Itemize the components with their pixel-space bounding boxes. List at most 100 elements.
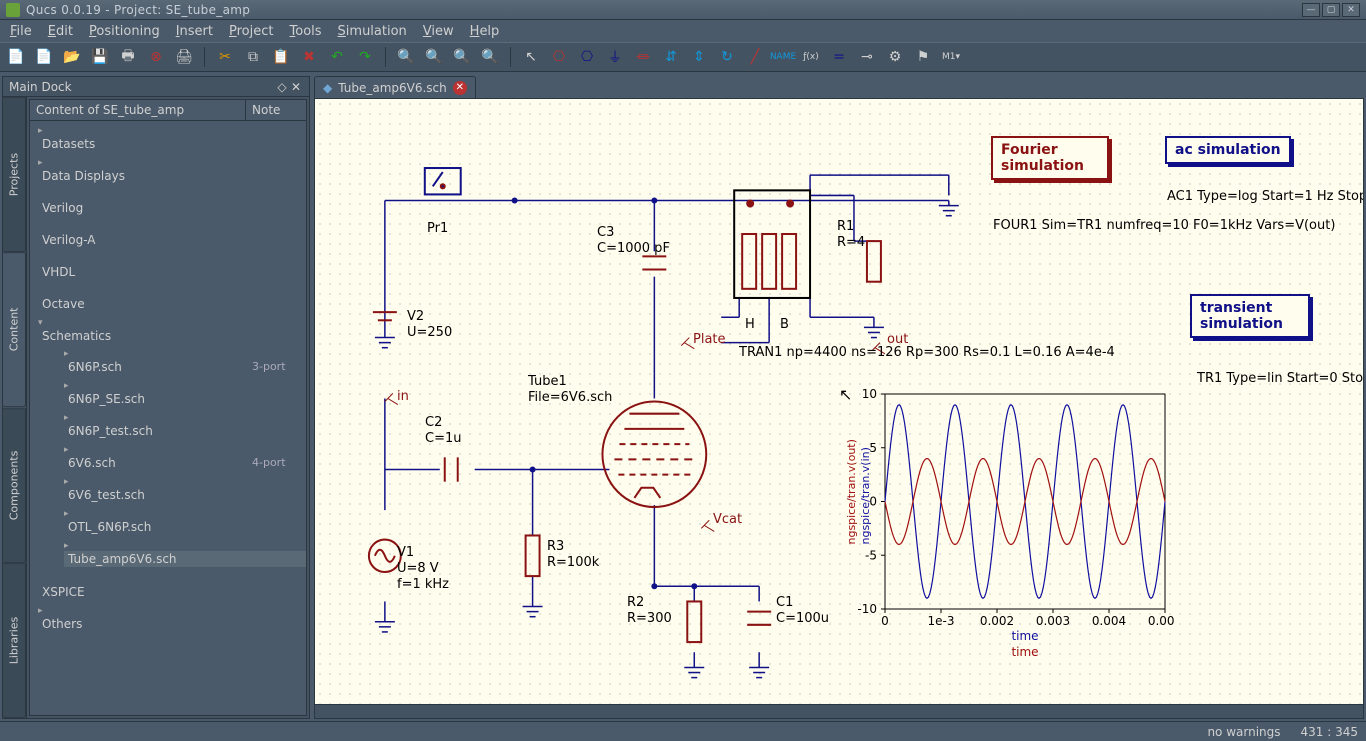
- resistor-icon[interactable]: ⏛: [633, 47, 653, 67]
- print-icon[interactable]: 🖨: [174, 47, 194, 67]
- svg-text:10: 10: [862, 387, 877, 401]
- editor-area: ◆ Tube_amp6V6.sch ✕: [314, 76, 1364, 719]
- tree-item[interactable]: Tube_amp6V6.sch: [56, 536, 306, 568]
- open-icon[interactable]: 📂: [62, 47, 82, 67]
- save-icon[interactable]: 💾: [90, 47, 110, 67]
- mirror-h-icon[interactable]: ⇕: [689, 47, 709, 67]
- close-button[interactable]: ✕: [1342, 3, 1360, 17]
- tree-item[interactable]: 6V6.sch4-port: [56, 440, 306, 472]
- menu-view[interactable]: View: [417, 23, 460, 40]
- svg-text:0: 0: [881, 614, 889, 628]
- c3-name: C3: [597, 225, 614, 241]
- waveform-plot[interactable]: -10-5051001e-30.0020.0030.0040.005ngspic…: [835, 384, 1175, 664]
- menu-help[interactable]: Help: [464, 23, 506, 40]
- c1-name: C1: [776, 595, 793, 611]
- schematic-canvas[interactable]: Pr1 V2 U=250 in C2 C=1u V1 U=8 V f=1 kHz…: [314, 98, 1364, 705]
- tree-item[interactable]: Others: [30, 601, 306, 633]
- undo-icon[interactable]: ↶: [327, 47, 347, 67]
- zoom-in-icon[interactable]: 🔍: [396, 47, 416, 67]
- dock-close-icon[interactable]: ✕: [289, 80, 303, 94]
- close-x-icon[interactable]: ⊗: [146, 47, 166, 67]
- editor-scrollbar[interactable]: [314, 705, 1364, 719]
- copy-icon[interactable]: ⧉: [243, 47, 263, 67]
- redo-icon[interactable]: ↷: [355, 47, 375, 67]
- minimize-button[interactable]: —: [1302, 3, 1320, 17]
- side-tab-projects[interactable]: Projects: [3, 97, 26, 252]
- marker-icon[interactable]: M1▾: [941, 47, 961, 67]
- main-dock: Main Dock ◇ ✕ ProjectsContentComponentsL…: [2, 76, 310, 719]
- h-label: H: [745, 317, 755, 333]
- menu-edit[interactable]: Edit: [42, 23, 79, 40]
- tab-bar: ◆ Tube_amp6V6.sch ✕: [314, 76, 1364, 98]
- menu-positioning[interactable]: Positioning: [83, 23, 166, 40]
- tran-sim-box[interactable]: transient simulation: [1190, 294, 1310, 338]
- dock-side-tabs: ProjectsContentComponentsLibraries: [3, 97, 27, 718]
- port-icon[interactable]: ⎔: [577, 47, 597, 67]
- name-icon[interactable]: NAME: [773, 47, 793, 67]
- tree-item[interactable]: 6N6P.sch3-port: [56, 344, 306, 376]
- tree-item[interactable]: 6N6P_test.sch: [56, 408, 306, 440]
- paste-icon[interactable]: 📋: [271, 47, 291, 67]
- app-icon: [6, 3, 20, 17]
- project-tree[interactable]: Content of SE_tube_amp Note DatasetsData…: [29, 99, 307, 716]
- side-tab-content[interactable]: Content: [3, 252, 26, 407]
- tree-item[interactable]: 6N6P_SE.sch: [56, 376, 306, 408]
- dock-float-icon[interactable]: ◇: [275, 80, 289, 94]
- menu-simulation[interactable]: Simulation: [332, 23, 413, 40]
- delete-icon[interactable]: ✖: [299, 47, 319, 67]
- line-tool-icon[interactable]: ╱: [745, 47, 765, 67]
- tree-item[interactable]: Data Displays: [30, 153, 306, 185]
- key-icon[interactable]: ⊸: [857, 47, 877, 67]
- menu-bar: FileEditPositioningInsertProjectToolsSim…: [0, 20, 1366, 42]
- tree-item[interactable]: XSPICE: [30, 569, 306, 601]
- mirror-v-icon[interactable]: ⇵: [661, 47, 681, 67]
- equals-icon[interactable]: =: [829, 47, 849, 67]
- tr1-params: TR1 Type=lin Start=0 Stop=5 ms: [1197, 371, 1364, 388]
- side-tab-libraries[interactable]: Libraries: [3, 563, 26, 718]
- fourier-params: FOUR1 Sim=TR1 numfreq=10 F0=1kHz Vars=V(…: [993, 218, 1335, 235]
- menu-project[interactable]: Project: [223, 23, 280, 40]
- tree-item[interactable]: Octave: [30, 281, 306, 313]
- zoom-out-icon[interactable]: 🔍: [424, 47, 444, 67]
- rotate-icon[interactable]: ↻: [717, 47, 737, 67]
- zoom-reset-icon[interactable]: 🔍: [480, 47, 500, 67]
- r3-name: R3: [547, 539, 564, 555]
- status-bar: no warnings 431 : 345: [0, 721, 1366, 741]
- tree-item[interactable]: Schematics6N6P.sch3-port6N6P_SE.sch6N6P_…: [30, 313, 306, 569]
- new-text-icon[interactable]: 📄: [34, 47, 54, 67]
- tree-item[interactable]: Verilog-A: [30, 217, 306, 249]
- tree-item[interactable]: Verilog: [30, 185, 306, 217]
- menu-insert[interactable]: Insert: [170, 23, 219, 40]
- tree-item[interactable]: OTL_6N6P.sch: [56, 504, 306, 536]
- tab-tube-amp[interactable]: ◆ Tube_amp6V6.sch ✕: [314, 76, 476, 98]
- r1-name: R1: [837, 219, 854, 235]
- gear-icon[interactable]: ⚙: [885, 47, 905, 67]
- cut-icon[interactable]: ✂: [215, 47, 235, 67]
- new-file-icon[interactable]: 📄: [6, 47, 26, 67]
- svg-text:-10: -10: [857, 602, 877, 616]
- tool-bar: 📄 📄 📂 💾 🖶 ⊗ 🖨 ✂ ⧉ 📋 ✖ ↶ ↷ 🔍 🔍 🔍 🔍 ↖ ⎔ ⎔ …: [0, 42, 1366, 72]
- window-title: Qucs 0.0.19 - Project: SE_tube_amp: [26, 3, 1300, 17]
- r2-name: R2: [627, 595, 644, 611]
- eqn-icon[interactable]: ƒ(x): [801, 47, 821, 67]
- ground-icon[interactable]: ⏚: [605, 47, 625, 67]
- v1-name: V1: [397, 545, 414, 561]
- side-tab-components[interactable]: Components: [3, 408, 26, 563]
- zoom-fit-icon[interactable]: 🔍: [452, 47, 472, 67]
- wire-icon[interactable]: ⎔: [549, 47, 569, 67]
- tree-item[interactable]: Datasets: [30, 121, 306, 153]
- tree-item[interactable]: 6V6_test.sch: [56, 472, 306, 504]
- maximize-button[interactable]: ▢: [1322, 3, 1340, 17]
- tree-item[interactable]: VHDL: [30, 249, 306, 281]
- svg-text:ngspice/tran.v(in): ngspice/tran.v(in): [859, 447, 872, 544]
- flag-icon[interactable]: ⚑: [913, 47, 933, 67]
- ac-sim-box[interactable]: ac simulation: [1165, 136, 1291, 164]
- save-all-icon[interactable]: 🖶: [118, 47, 138, 67]
- svg-text:time: time: [1011, 645, 1038, 659]
- svg-text:ngspice/tran.v(out): ngspice/tran.v(out): [845, 439, 858, 544]
- select-icon[interactable]: ↖: [521, 47, 541, 67]
- menu-tools[interactable]: Tools: [284, 23, 328, 40]
- tab-close-icon[interactable]: ✕: [453, 81, 467, 95]
- fourier-sim-box[interactable]: Fourier simulation: [991, 136, 1109, 180]
- menu-file[interactable]: File: [4, 23, 38, 40]
